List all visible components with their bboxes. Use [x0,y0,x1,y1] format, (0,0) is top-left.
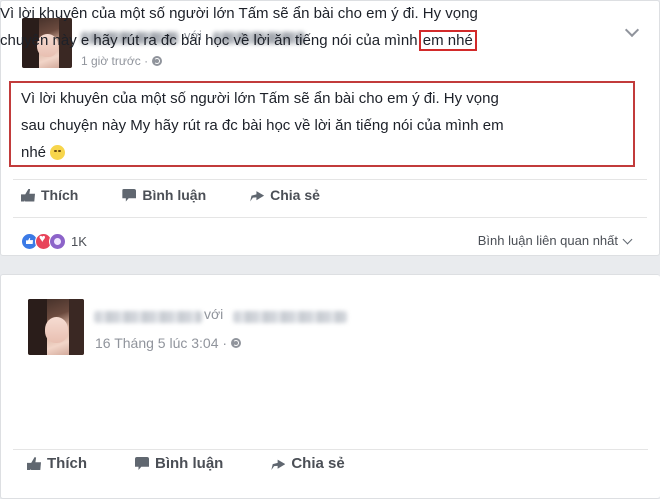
share-button[interactable]: Chia sẻ [250,187,320,203]
like-button[interactable]: Thích [21,187,78,203]
comment-label: Bình luận [155,455,224,472]
post-text-fragment: chuyện này e hãy rút ra đc bài học về lờ… [0,32,418,49]
comment-button[interactable]: Bình luận [122,187,206,203]
comment-label: Bình luận [142,187,207,203]
post-text-line: chuyện này e hãy rút ra đc bài học về lờ… [0,27,478,54]
share-label: Chia sẻ [270,187,320,203]
action-bar: Thích Bình luận Chia sẻ [21,187,320,203]
post-text: Vì lời khuyên của một số người lớn Tấm s… [0,0,478,54]
comment-sort-dropdown[interactable]: Bình luận liên quan nhất [477,233,633,248]
like-label: Thích [41,187,79,203]
divider [13,449,648,450]
post-text-line: Vì lời khuyên của một số người lớn Tấm s… [0,5,478,22]
timestamp[interactable]: 16 Tháng 5 lúc 3:04 · [95,335,227,351]
comment-icon [122,188,137,202]
post-text-line: nhé [21,139,623,166]
post-meta: 1 giờ trước · [81,54,163,68]
divider [13,179,647,180]
like-button[interactable]: Thích [27,455,87,472]
timestamp[interactable]: 1 giờ trước · [81,54,148,68]
share-icon [271,459,286,470]
post-meta: 16 Tháng 5 lúc 3:04 · [95,335,242,351]
post-card-2: với 16 Tháng 5 lúc 3:04 · Thích Bình luậ… [0,274,660,499]
share-icon [250,191,265,202]
chevron-down-icon[interactable] [624,22,640,38]
share-label: Chia sẻ [291,455,345,472]
comment-sort-label: Bình luận liên quan nhất [477,233,618,248]
highlighted-text: em nhé [418,30,477,51]
reactions-summary[interactable]: 1K [21,233,87,250]
avatar[interactable] [28,299,84,355]
comment-icon [135,457,149,470]
tagged-name-redacted[interactable] [233,311,347,323]
author-name-redacted[interactable] [94,311,202,323]
post-text-line: Vì lời khuyên của một số người lớn Tấm s… [21,90,499,107]
chevron-down-icon [622,234,633,245]
like-icon [21,188,35,202]
like-icon [27,457,41,470]
action-bar: Thích Bình luận Chia sẻ [27,455,345,472]
divider [13,217,647,218]
post-text-box: Vì lời khuyên của một số người lớn Tấm s… [9,81,635,167]
post-text-line: sau chuyện này My hãy rút ra đc bài học … [21,117,504,134]
comment-button[interactable]: Bình luận [135,455,223,472]
globe-icon[interactable] [152,56,163,66]
emoji-smile-icon [50,145,66,160]
like-label: Thích [47,455,87,472]
share-button[interactable]: Chia sẻ [271,455,345,472]
globe-icon[interactable] [231,338,242,348]
reaction-wow-icon [49,233,66,250]
reaction-count: 1K [71,234,87,249]
with-label: với [204,306,224,322]
post-text-fragment: nhé [21,144,47,161]
